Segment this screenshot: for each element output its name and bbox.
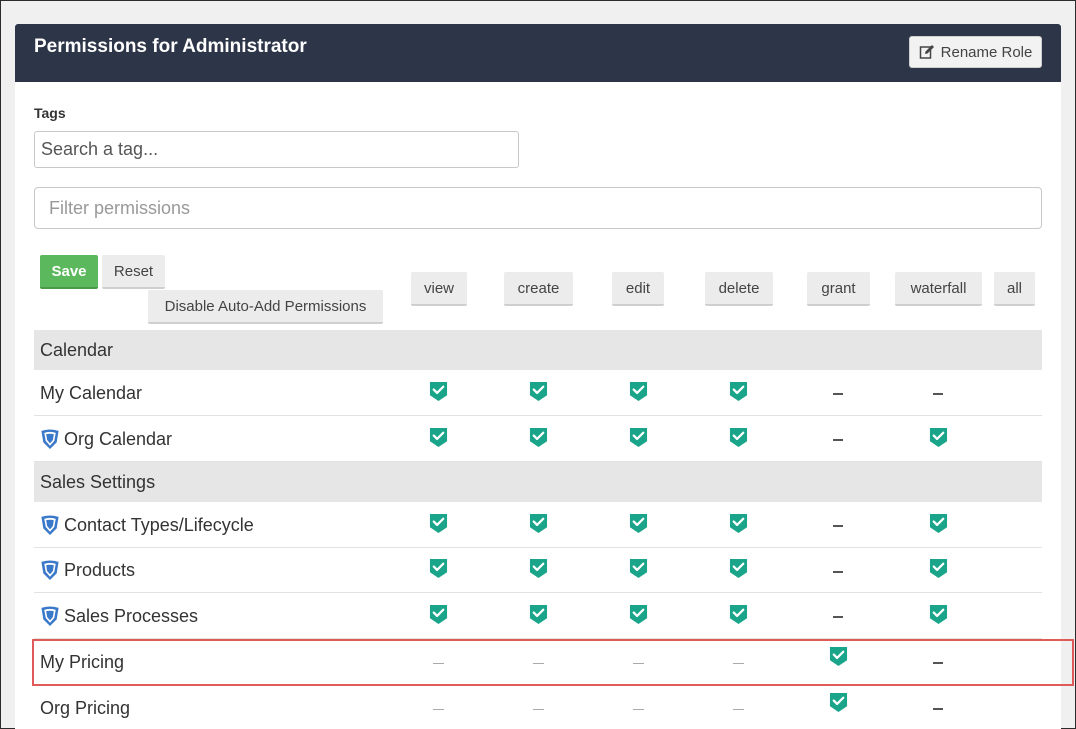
group-header-row: Sales Settings (34, 462, 1042, 502)
permission-row: Org Calendar (34, 416, 1042, 462)
permission-dash-icon[interactable] (926, 379, 950, 403)
column-delete-button[interactable]: delete (705, 272, 773, 306)
save-button[interactable]: Save (40, 255, 98, 289)
column-create-button[interactable]: create (504, 272, 573, 306)
permission-dash-icon[interactable] (626, 694, 650, 718)
tag-search-input[interactable] (34, 131, 519, 168)
disable-auto-add-button[interactable]: Disable Auto-Add Permissions (148, 290, 383, 324)
org-shield-icon (40, 605, 60, 627)
column-all-button[interactable]: all (994, 272, 1035, 306)
permission-label-text: Sales Processes (64, 605, 199, 626)
permission-check-icon[interactable] (426, 511, 450, 535)
group-label: Calendar (40, 339, 114, 360)
permission-dash-icon[interactable] (826, 557, 850, 581)
permission-check-icon[interactable] (826, 690, 850, 714)
permission-row: Sales Processes (34, 593, 1042, 639)
permission-dash-icon[interactable] (426, 694, 450, 718)
permission-check-icon[interactable] (626, 379, 650, 403)
permission-row: Products (34, 548, 1042, 593)
permission-check-icon[interactable] (926, 511, 950, 535)
permission-check-icon[interactable] (926, 425, 950, 449)
rename-role-label: Rename Role (940, 43, 1033, 61)
group-label: Sales Settings (40, 471, 156, 492)
column-waterfall-button[interactable]: waterfall (895, 272, 982, 306)
permission-check-icon[interactable] (726, 602, 750, 626)
permission-label-text: My Calendar (40, 382, 143, 403)
permission-dash-icon[interactable] (826, 379, 850, 403)
permission-check-icon[interactable] (526, 379, 550, 403)
group-header-row: Calendar (34, 330, 1042, 370)
permission-label-text: Products (64, 560, 136, 580)
permission-label-text: Contact Types/Lifecycle (64, 514, 254, 535)
org-shield-icon (40, 428, 60, 450)
page-title: Permissions for Administrator (34, 36, 307, 57)
permission-label: Sales Processes (40, 593, 198, 639)
permission-check-icon[interactable] (626, 511, 650, 535)
permission-check-icon[interactable] (526, 557, 550, 581)
permission-check-icon[interactable] (526, 511, 550, 535)
permission-check-icon[interactable] (426, 557, 450, 581)
permission-label-text: Org Calendar (64, 428, 173, 449)
permission-label: Org Pricing (40, 685, 130, 729)
permission-dash-icon[interactable] (526, 694, 550, 718)
permission-check-icon[interactable] (726, 425, 750, 449)
permission-check-icon[interactable] (426, 379, 450, 403)
org-shield-icon (40, 560, 60, 581)
permission-check-icon[interactable] (626, 557, 650, 581)
edit-icon (919, 45, 934, 59)
permission-check-icon[interactable] (726, 511, 750, 535)
permission-check-icon[interactable] (426, 602, 450, 626)
column-edit-button[interactable]: edit (612, 272, 664, 306)
permission-label: Contact Types/Lifecycle (40, 502, 254, 548)
permission-label: Products (40, 548, 135, 593)
tags-label: Tags (34, 105, 66, 121)
permissions-panel: Permissions for Administrator Rename Rol… (15, 24, 1061, 729)
permission-check-icon[interactable] (726, 379, 750, 403)
permission-check-icon[interactable] (626, 602, 650, 626)
permission-row: Org Pricing (34, 685, 1042, 729)
permission-label-text: Org Pricing (40, 697, 131, 718)
panel-header: Permissions for Administrator Rename Rol… (15, 24, 1061, 82)
org-shield-icon (40, 514, 60, 536)
highlight-box (32, 639, 1074, 686)
permission-dash-icon[interactable] (926, 694, 950, 718)
filter-permissions-input[interactable] (34, 187, 1042, 229)
permission-check-icon[interactable] (726, 557, 750, 581)
permission-row: Contact Types/Lifecycle (34, 502, 1042, 548)
permission-check-icon[interactable] (926, 557, 950, 581)
permission-dash-icon[interactable] (826, 425, 850, 449)
reset-button[interactable]: Reset (102, 255, 165, 289)
permission-check-icon[interactable] (926, 602, 950, 626)
permission-dash-icon[interactable] (826, 602, 850, 626)
permission-check-icon[interactable] (526, 602, 550, 626)
permission-label: My Calendar (40, 370, 142, 416)
permission-check-icon[interactable] (626, 425, 650, 449)
permission-check-icon[interactable] (526, 425, 550, 449)
permission-row: My Calendar (34, 370, 1042, 416)
window-frame: Permissions for Administrator Rename Rol… (0, 0, 1076, 729)
rename-role-button[interactable]: Rename Role (909, 36, 1042, 68)
permission-check-icon[interactable] (426, 425, 450, 449)
column-grant-button[interactable]: grant (807, 272, 870, 306)
permission-label: Org Calendar (40, 416, 172, 462)
column-view-button[interactable]: view (411, 272, 467, 306)
permission-dash-icon[interactable] (726, 694, 750, 718)
permission-dash-icon[interactable] (826, 511, 850, 535)
